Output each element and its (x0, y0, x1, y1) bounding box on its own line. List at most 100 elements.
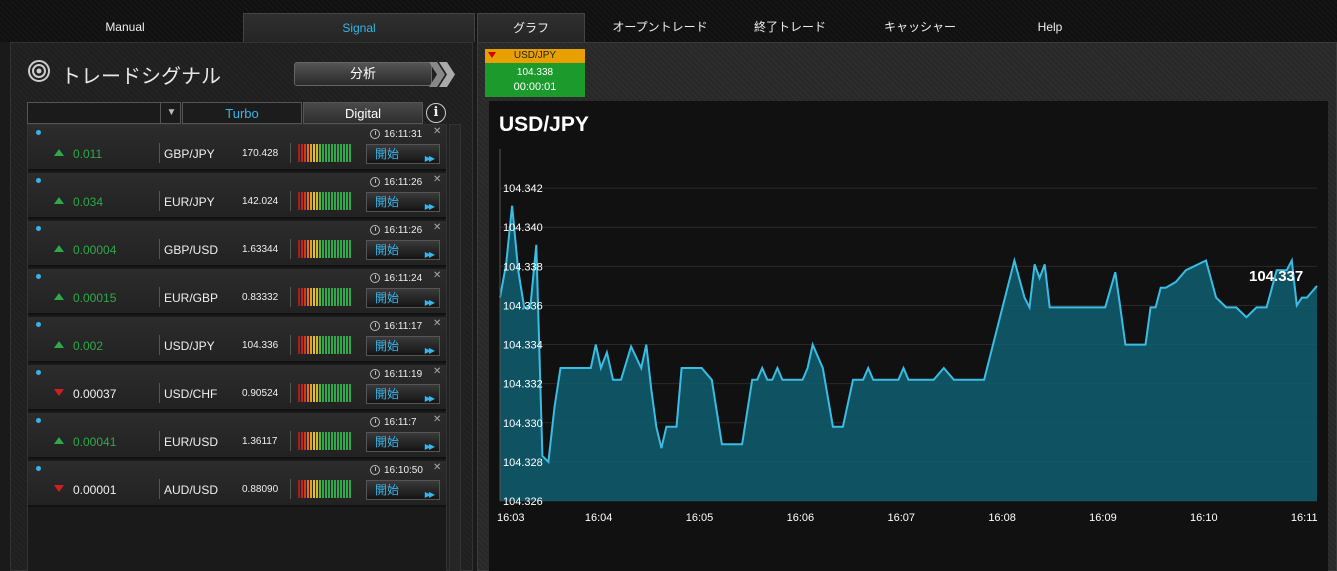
y-tick-label: 104.342 (503, 183, 543, 195)
start-button[interactable]: 開始 ▶▶ (366, 288, 440, 308)
signal-time: 16:11:26 (384, 225, 423, 236)
play-icon: ▶▶ (424, 298, 435, 307)
signal-change: 0.002 (73, 339, 104, 353)
signal-price: 0.88090 (242, 484, 279, 495)
x-tick-label: 16:09 (1089, 512, 1117, 524)
active-trade-tile[interactable]: USD/JPY 104.338 00:00:01 (485, 49, 585, 97)
up-arrow-icon (54, 245, 64, 252)
up-arrow-icon (54, 293, 64, 300)
close-icon[interactable]: ✕ (433, 270, 441, 281)
tab-graph[interactable]: グラフ (477, 13, 585, 42)
chevron-down-icon[interactable]: ▼ (160, 103, 182, 123)
down-arrow-icon (488, 52, 496, 58)
signal-list: 16:11:31 ✕ 0.011 GBP/JPY 170.428 開始 ▶▶ 16:11:26… (27, 124, 447, 571)
close-icon[interactable]: ✕ (433, 366, 441, 377)
signal-price: 104.336 (242, 340, 279, 351)
play-icon: ▶▶ (424, 490, 435, 499)
close-icon[interactable]: ✕ (433, 174, 441, 185)
signal-logo-icon (28, 60, 50, 82)
close-icon[interactable]: ✕ (433, 126, 441, 137)
price-chart[interactable]: 104.326 104.328 104.330 104.332 104.334 104.3… (489, 101, 1328, 571)
divider (290, 191, 291, 211)
tab-signal[interactable]: Signal (243, 13, 475, 42)
start-button[interactable]: 開始 ▶▶ (366, 480, 440, 500)
close-icon[interactable]: ✕ (433, 414, 441, 425)
signal-pair: EUR/USD (164, 435, 219, 449)
divider (159, 239, 160, 259)
active-trade-timer: 00:00:01 (513, 81, 557, 93)
strength-meter (298, 432, 352, 450)
up-arrow-icon (54, 437, 64, 444)
signal-row[interactable]: 16:11:19 ✕ 0.00037 USD/CHF 0.90524 開始 ▶▶ (28, 365, 446, 411)
start-button[interactable]: 開始 ▶▶ (366, 144, 440, 164)
start-button[interactable]: 開始 ▶▶ (366, 240, 440, 260)
divider (159, 431, 160, 451)
y-tick-label: 104.328 (503, 457, 543, 469)
status-dot (36, 322, 41, 327)
tab-closed-trade[interactable]: 終了トレード (735, 13, 845, 42)
signal-row[interactable]: 16:10:50 ✕ 0.00001 AUD/USD 0.88090 開始 ▶▶ (28, 461, 446, 507)
price-area (500, 205, 1317, 501)
divider (159, 383, 160, 403)
status-dot (36, 226, 41, 231)
status-dot (36, 178, 41, 183)
signal-row[interactable]: 16:11:7 ✕ 0.00041 EUR/USD 1.36117 開始 ▶▶ (28, 413, 446, 459)
info-icon[interactable]: i (426, 103, 446, 123)
signal-pair: USD/JPY (164, 339, 215, 353)
signal-change: 0.00037 (73, 387, 117, 401)
chart-title: USD/JPY (499, 113, 589, 136)
signal-price: 142.024 (242, 196, 279, 207)
down-arrow-icon (54, 485, 64, 492)
signal-change: 0.00041 (73, 435, 117, 449)
signal-row[interactable]: 16:11:26 ✕ 0.034 EUR/JPY 142.024 開始 ▶▶ (28, 173, 446, 219)
active-trade-price: 104.338 (516, 67, 554, 78)
chevron-right-icon[interactable] (429, 62, 459, 87)
signal-row[interactable]: 16:11:24 ✕ 0.00015 EUR/GBP 0.83332 開始 ▶▶ (28, 269, 446, 315)
active-trade-body: 104.338 00:00:01 (485, 63, 585, 97)
y-tick-label: 104.338 (503, 261, 543, 273)
turbo-toggle[interactable]: Turbo (182, 102, 302, 124)
play-icon: ▶▶ (424, 442, 435, 451)
signal-price: 0.90524 (242, 388, 279, 399)
x-tick-label: 16:10 (1190, 512, 1218, 524)
divider (290, 431, 291, 451)
signal-row[interactable]: 16:11:17 ✕ 0.002 USD/JPY 104.336 開始 ▶▶ (28, 317, 446, 363)
divider (290, 383, 291, 403)
start-button[interactable]: 開始 ▶▶ (366, 384, 440, 404)
tab-manual[interactable]: Manual (62, 13, 188, 42)
divider (159, 143, 160, 163)
x-tick-label: 16:06 (787, 512, 815, 524)
down-arrow-icon (54, 389, 64, 396)
signal-row[interactable]: 16:11:31 ✕ 0.011 GBP/JPY 170.428 開始 ▶▶ (28, 125, 446, 171)
x-tick-label: 16:05 (686, 512, 714, 524)
tab-help[interactable]: Help (1010, 13, 1090, 42)
signal-list-scrollbar[interactable] (449, 124, 461, 571)
status-dot (36, 370, 41, 375)
close-icon[interactable]: ✕ (433, 462, 441, 473)
signal-time: 16:10:50 (384, 465, 423, 476)
analyze-button[interactable]: 分析 (294, 62, 432, 86)
start-button[interactable]: 開始 ▶▶ (366, 192, 440, 212)
close-icon[interactable]: ✕ (433, 318, 441, 329)
y-tick-label: 104.340 (503, 222, 543, 234)
divider (290, 479, 291, 499)
signal-change: 0.00001 (73, 483, 117, 497)
signal-price: 170.428 (242, 148, 279, 159)
signal-price: 1.63344 (242, 244, 279, 255)
pair-filter-select[interactable]: ▼ (27, 102, 181, 124)
start-button[interactable]: 開始 ▶▶ (366, 336, 440, 356)
divider (290, 239, 291, 259)
divider (290, 335, 291, 355)
close-icon[interactable]: ✕ (433, 222, 441, 233)
strength-meter (298, 288, 352, 306)
signal-panel: トレードシグナル 分析 ▼ Turbo Digital i 16:11:31 ✕ 0… (10, 42, 473, 571)
digital-toggle[interactable]: Digital (303, 102, 423, 124)
tab-open-trade[interactable]: オープントレード (600, 13, 720, 42)
signal-pair: AUD/USD (164, 483, 219, 497)
tab-cashier[interactable]: キャッシャー (865, 13, 975, 42)
y-tick-label: 104.326 (503, 496, 543, 508)
signal-change: 0.00004 (73, 243, 117, 257)
start-button[interactable]: 開始 ▶▶ (366, 432, 440, 452)
signal-row[interactable]: 16:11:26 ✕ 0.00004 GBP/USD 1.63344 開始 ▶▶ (28, 221, 446, 267)
signal-change: 0.011 (73, 147, 103, 161)
